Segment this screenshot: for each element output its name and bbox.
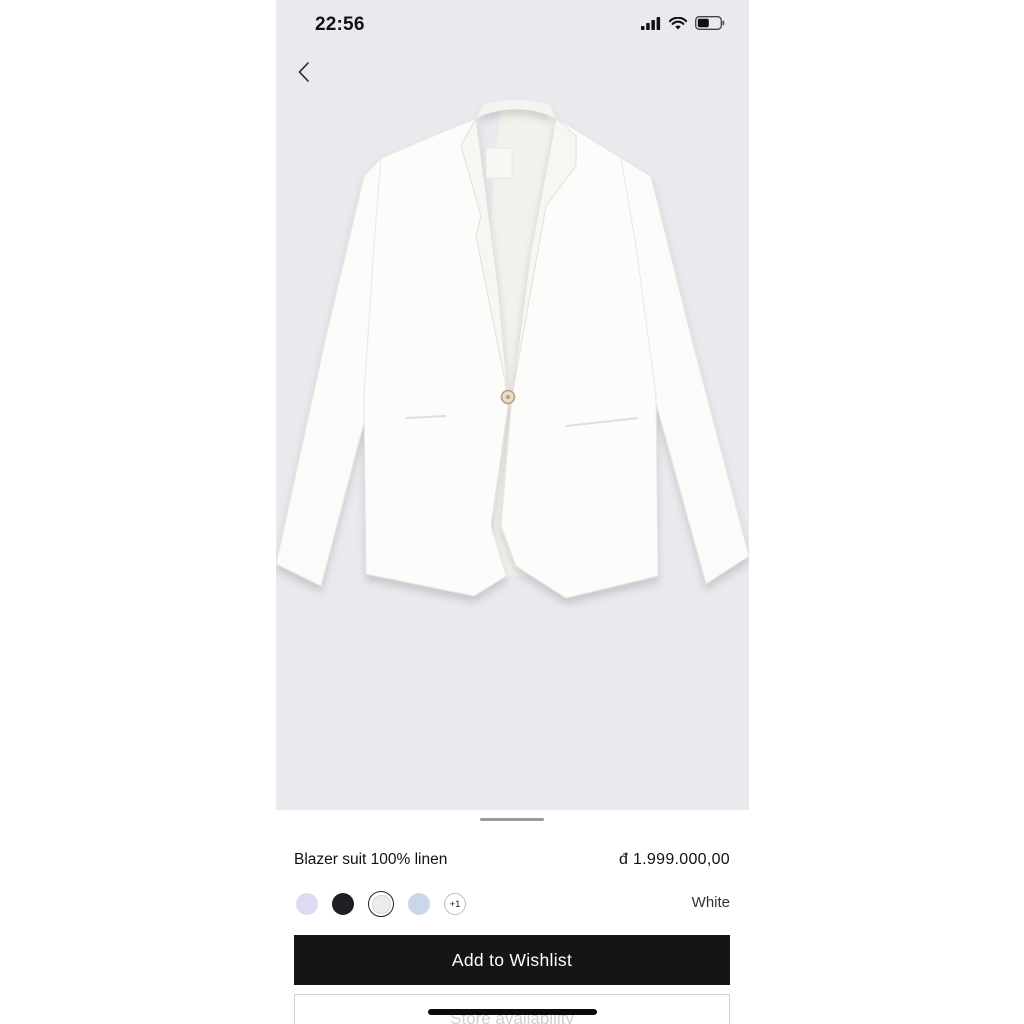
product-detail-screen: 22:56 Blazer suit 100% linen đ 1.999.000… [276, 0, 749, 1024]
selected-color-name: White [691, 894, 730, 911]
color-swatch-light-blue[interactable] [408, 893, 430, 915]
product-name: Blazer suit 100% linen [294, 851, 448, 868]
color-swatch-lavender[interactable] [296, 893, 318, 915]
product-price: đ 1.999.000,00 [619, 851, 730, 868]
product-image[interactable] [276, 96, 749, 616]
color-swatch-white-fill [371, 894, 391, 914]
status-time: 22:56 [315, 14, 365, 35]
product-hero: 22:56 [276, 0, 749, 810]
add-to-wishlist-button[interactable]: Add to Wishlist [294, 935, 730, 985]
wifi-icon [668, 16, 688, 35]
color-swatch-white[interactable] [368, 891, 394, 917]
sheet-handle[interactable] [480, 818, 544, 821]
chevron-left-icon [297, 61, 311, 88]
status-icons [641, 16, 725, 35]
battery-icon [695, 16, 725, 35]
back-button[interactable] [286, 56, 322, 92]
color-swatch-black[interactable] [332, 893, 354, 915]
status-bar: 22:56 [276, 0, 749, 52]
more-colors-button[interactable]: +1 [444, 893, 466, 915]
cellular-signal-icon [641, 16, 661, 35]
color-swatches: +1 [296, 891, 466, 917]
home-indicator [428, 1009, 597, 1015]
